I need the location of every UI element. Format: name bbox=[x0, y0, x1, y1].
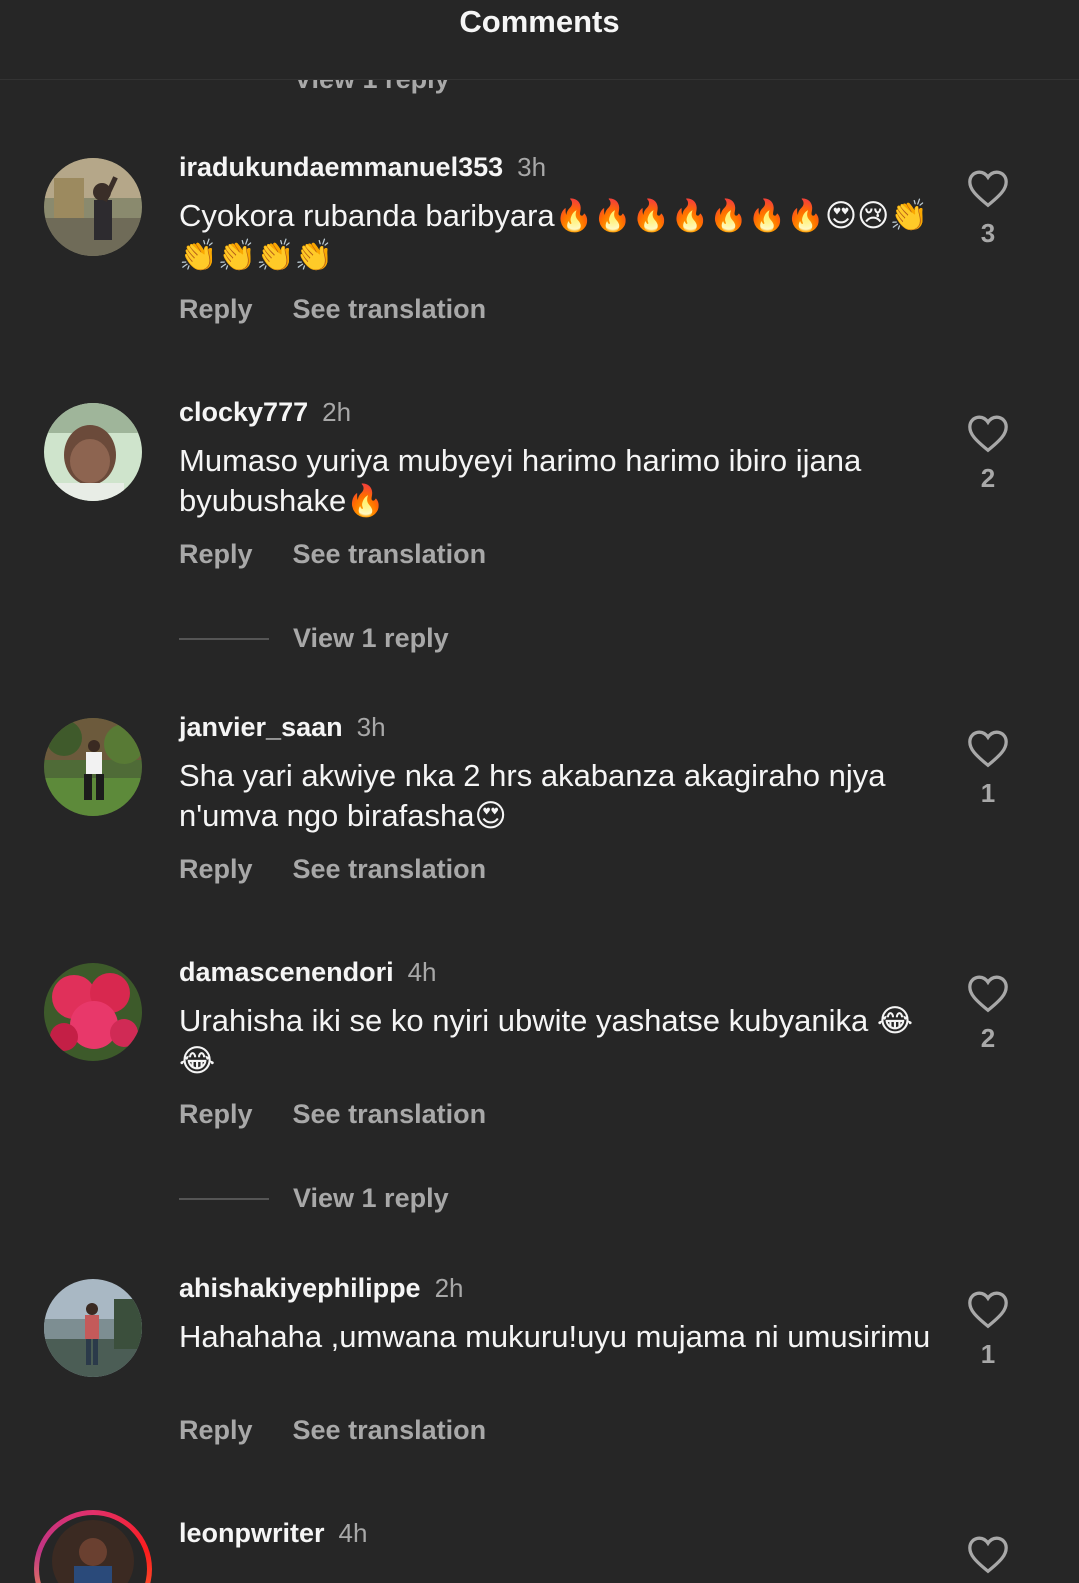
user-photo-icon bbox=[44, 158, 142, 256]
like-count: 2 bbox=[980, 463, 996, 493]
avatar[interactable] bbox=[44, 158, 142, 256]
comments-header: Comments bbox=[0, 0, 1079, 80]
avatar[interactable] bbox=[44, 718, 142, 816]
like-control bbox=[966, 1534, 1010, 1574]
comment-username[interactable]: janvier_saan bbox=[179, 712, 343, 742]
comments-screen: Comments View 1 reply iradukundaemmanuel… bbox=[0, 0, 1079, 1583]
reply-thread-line bbox=[179, 637, 269, 640]
reply-button[interactable]: Reply bbox=[179, 294, 253, 324]
reply-button[interactable]: Reply bbox=[179, 1415, 253, 1445]
see-translation-button[interactable]: See translation bbox=[293, 854, 487, 884]
comment-time: 2h bbox=[322, 397, 352, 427]
comment-text: Sha yari akwiye nka 2 hrs akabanza akagi… bbox=[179, 758, 886, 833]
see-translation-button[interactable]: See translation bbox=[293, 1099, 487, 1129]
heart-icon[interactable] bbox=[966, 1534, 1010, 1574]
view-replies-button[interactable]: View 1 reply bbox=[179, 1183, 449, 1217]
comment-time: 4h bbox=[338, 1518, 368, 1548]
user-photo-icon bbox=[44, 1279, 142, 1377]
heart-icon[interactable] bbox=[966, 973, 1010, 1013]
see-translation-button[interactable]: See translation bbox=[293, 1415, 487, 1445]
user-photo-icon bbox=[44, 403, 142, 501]
comment-text: Urahisha iki se ko nyiri ubwite yashatse… bbox=[179, 1003, 914, 1078]
comment-username[interactable]: iradukundaemmanuel353 bbox=[179, 152, 503, 182]
see-translation-button[interactable]: See translation bbox=[293, 294, 487, 324]
heart-icon[interactable] bbox=[966, 1289, 1010, 1329]
reply-button[interactable]: Reply bbox=[179, 539, 253, 569]
like-count: 2 bbox=[980, 1023, 996, 1053]
comment-time: 2h bbox=[434, 1273, 464, 1303]
view-replies-label: View 1 reply bbox=[293, 623, 449, 653]
page-title: Comments bbox=[459, 4, 620, 39]
like-control: 2 bbox=[966, 973, 1010, 1054]
comment-text: Hahahaha ,umwana mukuru!uyu mujama ni um… bbox=[179, 1319, 931, 1354]
user-photo-icon bbox=[44, 718, 142, 816]
see-translation-button[interactable]: See translation bbox=[293, 539, 487, 569]
reply-button[interactable]: Reply bbox=[179, 854, 253, 884]
like-control: 3 bbox=[966, 168, 1010, 249]
heart-icon[interactable] bbox=[966, 168, 1010, 208]
comment-username[interactable]: clocky777 bbox=[179, 397, 308, 427]
comment-time: 4h bbox=[407, 957, 437, 987]
comment-time: 3h bbox=[356, 712, 386, 742]
comment-text: Mumaso yuriya mubyeyi harimo harimo ibir… bbox=[179, 443, 862, 518]
heart-icon[interactable] bbox=[966, 728, 1010, 768]
reply-button[interactable]: Reply bbox=[179, 1099, 253, 1129]
like-count: 3 bbox=[980, 218, 996, 248]
view-replies-label: View 1 reply bbox=[293, 1183, 449, 1213]
user-photo-icon bbox=[44, 963, 142, 1061]
like-count: 1 bbox=[980, 1339, 996, 1369]
like-control: 2 bbox=[966, 413, 1010, 494]
comment-username[interactable]: leonpwriter bbox=[179, 1518, 325, 1548]
like-control: 1 bbox=[966, 1289, 1010, 1370]
heart-icon[interactable] bbox=[966, 413, 1010, 453]
reply-thread-line bbox=[179, 1197, 269, 1200]
view-replies-button[interactable]: View 1 reply bbox=[179, 623, 449, 657]
comment-username[interactable]: ahishakiyephilippe bbox=[179, 1273, 421, 1303]
avatar[interactable] bbox=[44, 963, 142, 1061]
avatar[interactable] bbox=[44, 403, 142, 501]
like-control: 1 bbox=[966, 728, 1010, 809]
comment-time: 3h bbox=[517, 152, 547, 182]
comment-username[interactable]: damascenendori bbox=[179, 957, 394, 987]
comment-text: Cyokora rubanda baribyara🔥🔥🔥🔥🔥🔥🔥😍😢👏👏👏👏👏 bbox=[179, 198, 929, 273]
avatar[interactable] bbox=[44, 1279, 142, 1377]
like-count: 1 bbox=[980, 778, 996, 808]
